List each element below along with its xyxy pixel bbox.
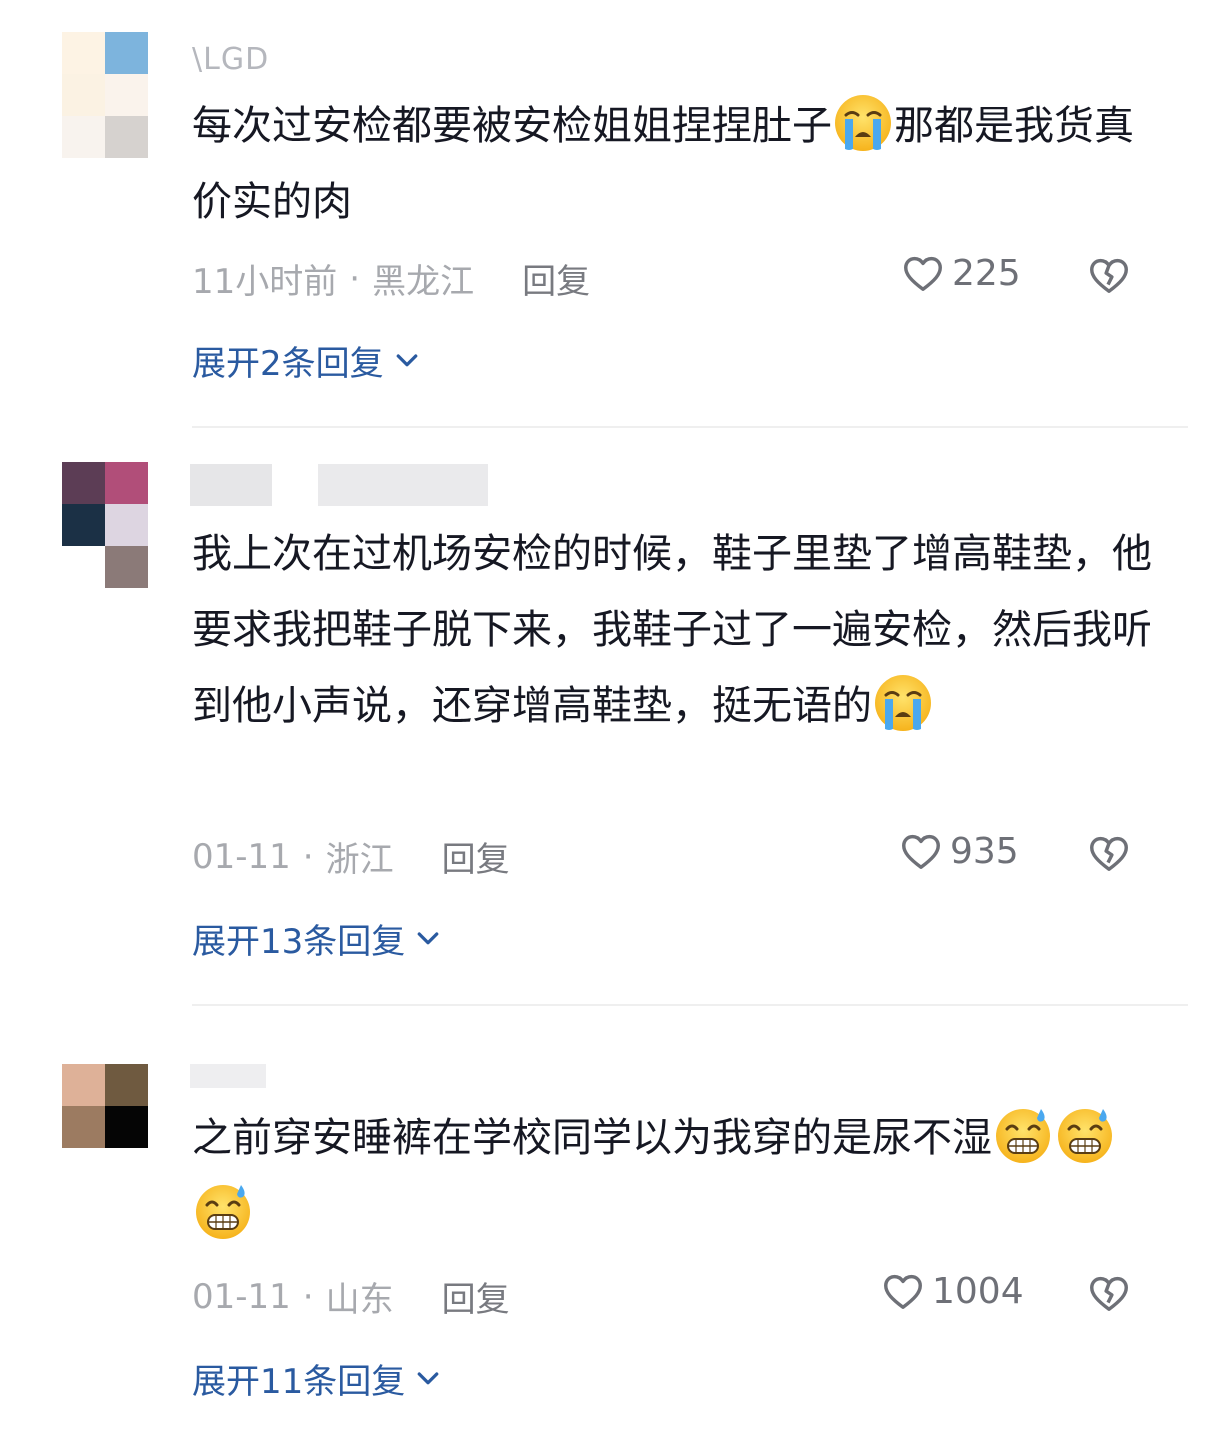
like-button[interactable]: 1004 bbox=[880, 1268, 1024, 1314]
like-button[interactable]: 225 bbox=[900, 250, 1021, 296]
like-count: 225 bbox=[952, 252, 1021, 294]
like-count: 1004 bbox=[932, 1270, 1024, 1312]
comment-text-part: 之前穿安睡裤在学校同学以为我穿的是尿不湿 bbox=[192, 1115, 992, 1161]
meta-separator: · bbox=[302, 1276, 314, 1317]
like-count: 935 bbox=[950, 830, 1019, 872]
username-mask bbox=[190, 464, 272, 506]
username-mask bbox=[318, 464, 488, 506]
comment-location: 山东 bbox=[325, 1280, 394, 1320]
like-button[interactable]: 935 bbox=[898, 828, 1019, 874]
broken-heart-icon[interactable] bbox=[1086, 252, 1132, 298]
comment-location: 黑龙江 bbox=[372, 262, 475, 302]
broken-heart-icon[interactable] bbox=[1086, 1270, 1132, 1316]
loudly-crying-face-emoji-icon bbox=[873, 673, 933, 733]
chevron-down-icon bbox=[413, 1364, 443, 1394]
avatar[interactable] bbox=[62, 462, 148, 588]
grinning-face-with-sweat-emoji-icon bbox=[1055, 1105, 1115, 1165]
chevron-down-icon bbox=[392, 346, 422, 376]
expand-replies-button[interactable]: 展开2条回复 bbox=[192, 336, 422, 385]
broken-heart-icon[interactable] bbox=[1086, 830, 1132, 876]
username-mask bbox=[190, 1064, 266, 1088]
heart-icon bbox=[880, 1268, 926, 1314]
comment-text: 之前穿安睡裤在学校同学以为我穿的是尿不湿 bbox=[192, 1100, 1152, 1252]
loudly-crying-face-emoji-icon bbox=[833, 93, 893, 153]
comment-time: 01-11 bbox=[192, 1276, 291, 1317]
meta-separator: · bbox=[349, 258, 361, 299]
comment-text-part: 我上次在过机场安检的时候，鞋子里垫了增高鞋垫，他要求我把鞋子脱下来，我鞋子过了一… bbox=[192, 531, 1152, 729]
heart-icon bbox=[898, 828, 944, 874]
divider bbox=[192, 426, 1188, 428]
grinning-face-with-sweat-emoji-icon bbox=[993, 1105, 1053, 1165]
meta-separator: · bbox=[302, 836, 314, 877]
comment-text: 我上次在过机场安检的时候，鞋子里垫了增高鞋垫，他要求我把鞋子脱下来，我鞋子过了一… bbox=[192, 516, 1152, 744]
reply-button[interactable]: 回复 bbox=[522, 254, 590, 303]
expand-replies-button[interactable]: 展开13条回复 bbox=[192, 914, 443, 963]
expand-replies-label: 展开2条回复 bbox=[192, 344, 384, 384]
comment-meta: 01-11 · 浙江 回复 bbox=[192, 832, 510, 881]
comment-text-part: 每次过安检都要被安检姐姐捏捏肚子 bbox=[192, 103, 832, 149]
comment-text: 每次过安检都要被安检姐姐捏捏肚子 那都是我货真价实的肉 bbox=[192, 88, 1152, 240]
expand-replies-button[interactable]: 展开11条回复 bbox=[192, 1354, 443, 1403]
reply-button[interactable]: 回复 bbox=[442, 832, 510, 881]
comment-meta: 01-11 · 山东 回复 bbox=[192, 1272, 510, 1321]
avatar[interactable] bbox=[62, 32, 148, 158]
comment-meta: 11小时前 · 黑龙江 回复 bbox=[192, 254, 590, 303]
username[interactable]: \LGD bbox=[192, 42, 269, 77]
chevron-down-icon bbox=[413, 924, 443, 954]
grinning-face-with-sweat-emoji-icon bbox=[193, 1181, 253, 1241]
avatar[interactable] bbox=[62, 1064, 148, 1148]
comment-time: 01-11 bbox=[192, 836, 291, 877]
reply-button[interactable]: 回复 bbox=[442, 1272, 510, 1321]
expand-replies-label: 展开13条回复 bbox=[192, 922, 406, 962]
heart-icon bbox=[900, 250, 946, 296]
comment-time: 11小时前 bbox=[192, 262, 338, 302]
comment-location: 浙江 bbox=[325, 840, 394, 880]
divider bbox=[192, 1004, 1188, 1006]
expand-replies-label: 展开11条回复 bbox=[192, 1362, 406, 1402]
